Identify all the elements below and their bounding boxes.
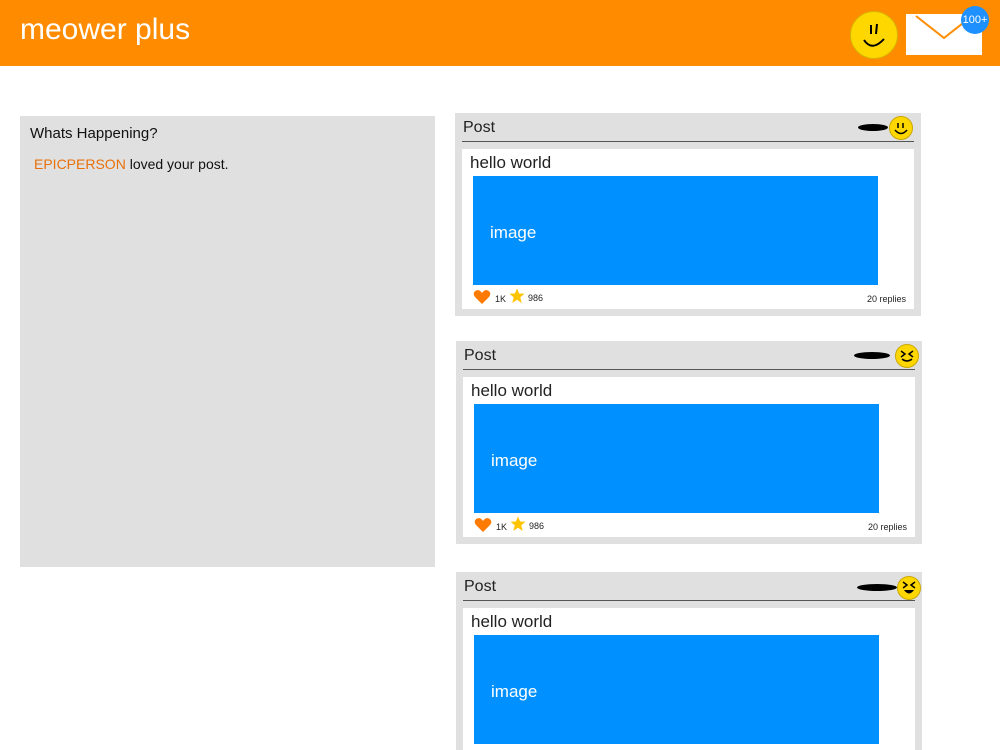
- replies-link[interactable]: 20 replies: [867, 294, 906, 304]
- post-card: Post hello world image 1K 986 20 replies: [456, 341, 922, 544]
- post-header-divider: [463, 369, 915, 370]
- post-footer: 1K 986 20 replies: [473, 288, 906, 307]
- notification-user-link[interactable]: EPICPERSON: [34, 156, 126, 172]
- heart-icon[interactable]: [473, 289, 491, 305]
- post-menu-icon[interactable]: [854, 352, 890, 359]
- post-card: Post hello world image 1K 986 20 replies: [455, 113, 921, 316]
- star-icon[interactable]: [509, 288, 525, 304]
- star-icon[interactable]: [510, 516, 526, 532]
- replies-link[interactable]: 20 replies: [868, 522, 907, 532]
- message-count-badge[interactable]: 100+: [961, 6, 989, 34]
- smiley-face-icon: [863, 23, 885, 47]
- author-avatar[interactable]: [897, 576, 921, 600]
- app-title: meower plus: [20, 13, 191, 46]
- like-count: 1K: [495, 294, 507, 304]
- squint-face-icon: [900, 350, 914, 362]
- whats-happening-panel: Whats Happening? EPICPERSON loved your p…: [20, 116, 435, 567]
- heart-icon[interactable]: [474, 517, 492, 533]
- star-count: 986: [529, 521, 545, 531]
- smile-face-icon: [894, 123, 908, 135]
- post-text: hello world: [470, 153, 552, 172]
- star-count: 986: [528, 293, 544, 303]
- post-menu-icon[interactable]: [857, 584, 897, 591]
- post-image[interactable]: image: [474, 404, 879, 513]
- profile-avatar[interactable]: [850, 11, 898, 59]
- post-header-label: Post: [464, 347, 497, 364]
- post-header-divider: [463, 600, 915, 601]
- post-text: hello world: [471, 612, 553, 631]
- post-image-label: image: [491, 682, 538, 701]
- post-header-divider: [462, 141, 914, 142]
- post-image-label: image: [490, 223, 537, 242]
- notification-item: EPICPERSON loved your post.: [34, 156, 229, 172]
- author-avatar[interactable]: [895, 344, 919, 368]
- post-body: hello world image: [463, 608, 915, 750]
- post-body: hello world image 1K 986 20 replies: [462, 149, 914, 309]
- post-footer: 1K 986 20 replies: [474, 516, 907, 535]
- post-body: hello world image 1K 986 20 replies: [463, 377, 915, 537]
- post-header-label: Post: [464, 578, 497, 595]
- post-menu-icon[interactable]: [858, 124, 888, 131]
- whats-happening-title: Whats Happening?: [30, 125, 158, 142]
- post-image-label: image: [491, 451, 538, 470]
- post-image[interactable]: image: [474, 635, 879, 744]
- post-header-label: Post: [463, 119, 496, 136]
- top-bar: meower plus 100+: [0, 0, 1000, 66]
- notification-text: loved your post.: [125, 156, 229, 172]
- post-text: hello world: [471, 381, 553, 400]
- laughing-face-icon: [902, 581, 916, 594]
- post-card: Post hello world image: [456, 572, 922, 750]
- like-count: 1K: [496, 522, 508, 532]
- post-image[interactable]: image: [473, 176, 878, 285]
- author-avatar[interactable]: [889, 116, 913, 140]
